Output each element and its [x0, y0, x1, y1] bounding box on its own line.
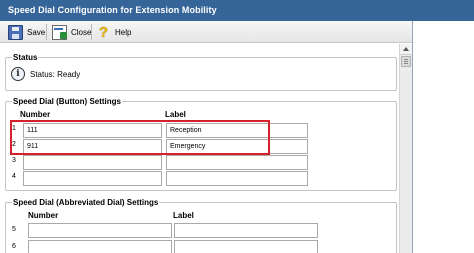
- floppy-disk-icon: [8, 24, 23, 40]
- close-button[interactable]: Close: [52, 24, 91, 40]
- abbrev-label-field[interactable]: [174, 240, 318, 253]
- row-index: 4: [12, 173, 16, 180]
- abbreviated-speed-dial-legend: Speed Dial (Abbreviated Dial) Settings: [12, 197, 160, 208]
- close-window-icon: [52, 24, 67, 40]
- window-title: Speed Dial Configuration for Extension M…: [8, 5, 217, 15]
- abbrev-number-field[interactable]: [28, 240, 172, 253]
- status-row: i Status: Ready: [11, 67, 80, 81]
- abbrev-number-column-header: Number: [28, 211, 59, 220]
- scroll-thumb[interactable]: [401, 56, 411, 67]
- toolbar-separator: [91, 24, 92, 40]
- save-button[interactable]: Save: [8, 24, 45, 40]
- speed-dial-number-field[interactable]: [23, 171, 162, 186]
- status-section: Status i Status: Ready: [5, 52, 397, 91]
- status-legend: Status: [12, 52, 39, 63]
- speed-dial-number-field[interactable]: [23, 155, 162, 170]
- main-content: Status i Status: Ready Speed Dial (Butto…: [0, 44, 399, 253]
- abbrev-number-field[interactable]: [28, 223, 172, 238]
- abbrev-label-field[interactable]: [174, 223, 318, 238]
- vertical-scrollbar[interactable]: [399, 44, 412, 253]
- window-title-bar: Speed Dial Configuration for Extension M…: [0, 0, 474, 21]
- close-button-label: Close: [71, 27, 92, 37]
- row-index: 3: [12, 157, 16, 164]
- help-button[interactable]: ? Help: [96, 23, 132, 41]
- scroll-up-arrow-icon[interactable]: [400, 44, 412, 55]
- desktop-background: [413, 21, 474, 253]
- button-label-column-header: Label: [165, 110, 186, 119]
- abbrev-label-column-header: Label: [173, 211, 194, 220]
- button-number-column-header: Number: [20, 110, 51, 119]
- speed-dial-label-field[interactable]: [166, 171, 308, 186]
- help-button-label: Help: [115, 27, 132, 37]
- speed-dial-label-field[interactable]: [166, 155, 308, 170]
- info-icon: i: [11, 67, 25, 81]
- save-button-label: Save: [27, 27, 46, 37]
- abbreviated-speed-dial-section: Speed Dial (Abbreviated Dial) Settings N…: [5, 197, 397, 253]
- toolbar: Save Close ? Help: [0, 21, 412, 43]
- row-index: 6: [12, 243, 16, 250]
- toolbar-separator: [46, 24, 47, 40]
- highlight-annotation-box: [10, 120, 270, 155]
- help-icon: ?: [98, 23, 109, 41]
- button-speed-dial-legend: Speed Dial (Button) Settings: [12, 96, 122, 107]
- row-index: 5: [12, 226, 16, 233]
- status-text: Status: Ready: [30, 69, 81, 79]
- button-speed-dial-section: Speed Dial (Button) Settings Number Labe…: [5, 96, 397, 191]
